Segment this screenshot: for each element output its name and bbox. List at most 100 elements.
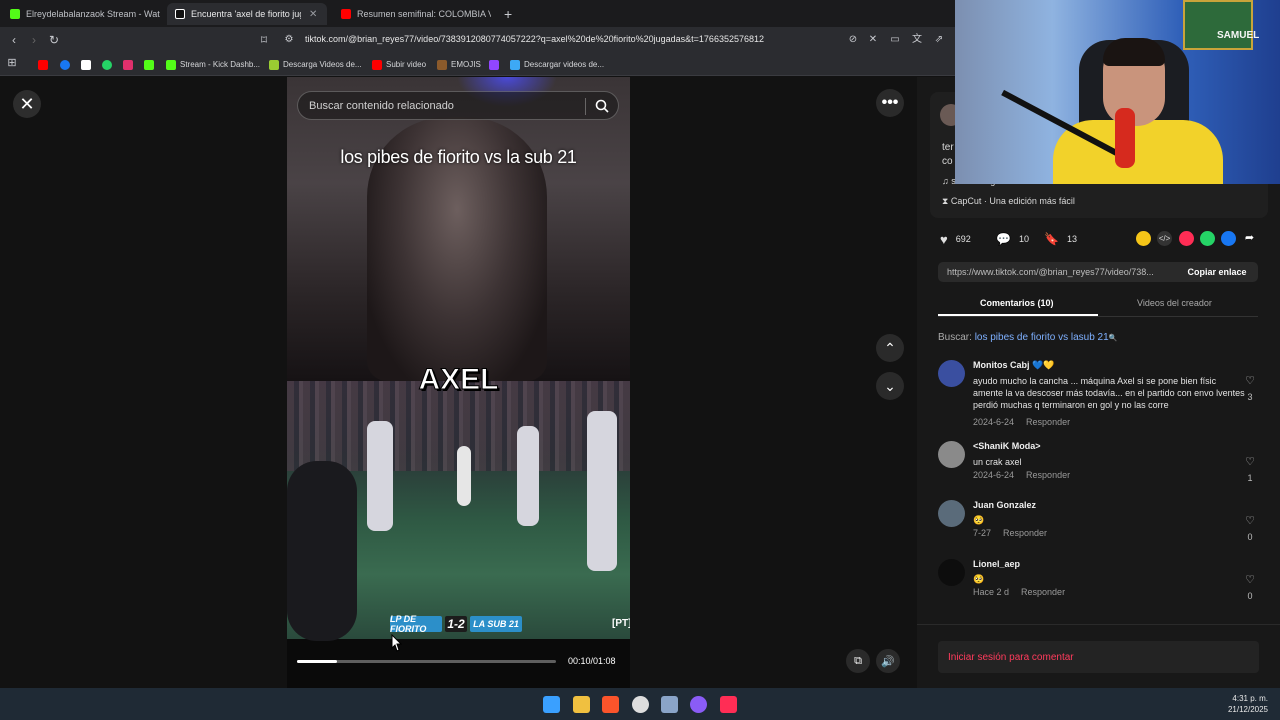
site-info-icon[interactable]: ⚙: [282, 33, 296, 47]
wall-poster: [1183, 0, 1253, 50]
system-clock[interactable]: 4:31 p. m. 21/12/2025: [1228, 693, 1268, 715]
like-button[interactable]: ♥ 692: [940, 229, 971, 249]
comment-button[interactable]: 💬 10: [996, 229, 1029, 249]
repost-icon[interactable]: [1179, 231, 1194, 246]
cast-icon[interactable]: ▭: [888, 33, 902, 47]
reply-button[interactable]: Responder: [1026, 470, 1070, 480]
comment-heart-icon[interactable]: ♡: [1243, 376, 1257, 387]
bookmark-descarga-videos[interactable]: Descarga Videos de...: [269, 57, 362, 72]
browser-tab-youtube[interactable]: Resumen semifinal: COLOMBIA VS BR: [333, 3, 491, 25]
search-suggestion[interactable]: Buscar: los pibes de fiorito vs lasub 21…: [938, 332, 1117, 343]
file-explorer-icon[interactable]: [573, 696, 590, 713]
obs-icon[interactable]: [632, 696, 649, 713]
comment-like-count: 0: [1247, 532, 1253, 542]
new-tab-button[interactable]: +: [496, 3, 514, 25]
share-arrow-icon[interactable]: ➦: [1242, 231, 1257, 246]
kick-icon: [144, 59, 154, 70]
embed-icon[interactable]: </>: [1157, 231, 1172, 246]
comment-username[interactable]: Lionel_aep: [973, 559, 1020, 569]
comment-text: ayudo mucho la cancha ... máquina Axel s…: [973, 376, 1245, 410]
facebook-share-icon[interactable]: [1221, 231, 1236, 246]
bookmark-x[interactable]: [81, 57, 95, 72]
poster-text: SAMUEL: [1217, 30, 1260, 41]
reply-button[interactable]: Responder: [1003, 528, 1047, 538]
search-icon[interactable]: [594, 98, 610, 114]
coin-share-icon[interactable]: [1136, 231, 1151, 246]
bookmark-facebook[interactable]: [60, 57, 74, 72]
related-search-input[interactable]: Buscar contenido relacionado: [297, 91, 619, 120]
bookmark-kick[interactable]: [144, 57, 158, 72]
bookmark-emojis[interactable]: EMOJIS: [437, 57, 481, 72]
browser-tab-kick[interactable]: Elreydelabalanzaok Stream - Wat: [2, 3, 162, 25]
mute-site-icon[interactable]: ✕: [866, 33, 880, 47]
picture-in-picture-button[interactable]: ⧉: [846, 649, 870, 673]
comment-heart-icon[interactable]: ♡: [1243, 575, 1257, 586]
search-placeholder: Buscar contenido relacionado: [309, 100, 454, 112]
bookmark-instagram[interactable]: [123, 57, 137, 72]
close-tab-icon[interactable]: ✕: [309, 9, 317, 20]
webcam-overlay: SAMUEL: [955, 0, 1280, 184]
tab-creator-videos[interactable]: Videos del creador: [1137, 298, 1212, 308]
reload-icon[interactable]: ↻: [47, 33, 61, 47]
comment-like-count: 3: [1247, 392, 1253, 402]
comment-date: 2024-6-24: [973, 470, 1015, 480]
comment-username[interactable]: Monitos Cabj 💙💛: [973, 360, 1054, 371]
video-overlay-title: los pibes de fiorito vs la sub 21: [340, 147, 577, 167]
app-circle-icon[interactable]: [690, 696, 707, 713]
avatar[interactable]: [938, 360, 965, 387]
save-button[interactable]: 🔖 13: [1044, 229, 1077, 249]
extension-icon[interactable]: ⊘: [846, 33, 860, 47]
bookmark-label: EMOJIS: [451, 60, 481, 69]
active-tab-indicator: [938, 314, 1098, 316]
comment-username[interactable]: Juan Gonzalez: [973, 500, 1036, 510]
youtube-icon: [372, 59, 382, 70]
search-icon: 🔍: [1108, 335, 1118, 342]
apps-grid-icon[interactable]: ⊞: [5, 56, 19, 70]
bookmark-whatsapp[interactable]: [102, 57, 116, 72]
video-player[interactable]: los pibes de fiorito vs la sub 21 AXEL L…: [287, 77, 630, 688]
bookmark-kick-dashboard[interactable]: Stream - Kick Dashb...: [166, 57, 260, 72]
settings-icon[interactable]: [661, 696, 678, 713]
copy-link-button[interactable]: Copiar enlace: [1176, 262, 1258, 282]
back-icon[interactable]: ‹: [7, 33, 21, 47]
volume-button[interactable]: 🔊: [876, 649, 900, 673]
search-term[interactable]: los pibes de fiorito vs lasub 21: [975, 332, 1109, 343]
comment-text: 🥺: [973, 574, 985, 584]
avatar[interactable]: [938, 559, 965, 586]
bookmark-youtube[interactable]: [38, 57, 52, 72]
comment-count: 10: [1018, 234, 1029, 244]
share-page-icon[interactable]: ⇗: [932, 33, 946, 47]
next-video-button[interactable]: ⌄: [876, 372, 904, 400]
windows-start-icon[interactable]: [543, 696, 560, 713]
close-video-button[interactable]: ✕: [13, 90, 41, 118]
browser-tab-tiktok[interactable]: Encuentra 'axel de fiorito jugadas' ✕: [167, 3, 327, 25]
video-link: https://www.tiktok.com/@brian_reyes77/vi…: [947, 267, 1154, 277]
comment-heart-icon[interactable]: ♡: [1243, 516, 1257, 527]
avatar[interactable]: [938, 441, 965, 468]
reply-button[interactable]: Responder: [1021, 587, 1065, 597]
tiktok-icon: [175, 9, 185, 19]
reply-button[interactable]: Responder: [1026, 417, 1070, 427]
comment-item: <ShaniK Moda> un crak axel 2024-6-24 Resp…: [938, 441, 1258, 486]
previous-video-button[interactable]: ⌃: [876, 334, 904, 362]
brave-browser-icon[interactable]: [602, 696, 619, 713]
bookmark-subir-video[interactable]: Subir video: [372, 57, 426, 72]
login-to-comment-button[interactable]: Iniciar sesión para comentar: [938, 641, 1259, 673]
forward-icon[interactable]: ›: [27, 33, 41, 47]
bookmark-twitch[interactable]: [489, 57, 503, 72]
bookmark-descargar-videos[interactable]: Descargar videos de...: [510, 57, 604, 72]
video-frame-streamer: [287, 77, 630, 381]
translate-icon[interactable]: 文: [910, 33, 924, 47]
tiktok-app-icon[interactable]: [720, 696, 737, 713]
tab-comments[interactable]: Comentarios (10): [980, 298, 1054, 308]
whatsapp-share-icon[interactable]: [1200, 231, 1215, 246]
comment-heart-icon[interactable]: ♡: [1243, 457, 1257, 468]
avatar[interactable]: [938, 500, 965, 527]
capcut-label: CapCut · Una edición más fácil: [950, 196, 1075, 206]
url-field[interactable]: tiktok.com/@brian_reyes77/video/73839120…: [305, 34, 764, 44]
link-field[interactable]: https://www.tiktok.com/@brian_reyes77/vi…: [938, 262, 1258, 282]
more-options-button[interactable]: •••: [876, 89, 904, 117]
capcut-link[interactable]: ⧗ CapCut · Una edición más fácil: [942, 196, 1075, 207]
comment-username[interactable]: <ShaniK Moda>: [973, 441, 1041, 451]
bookmark-icon[interactable]: ⌑: [257, 33, 271, 47]
